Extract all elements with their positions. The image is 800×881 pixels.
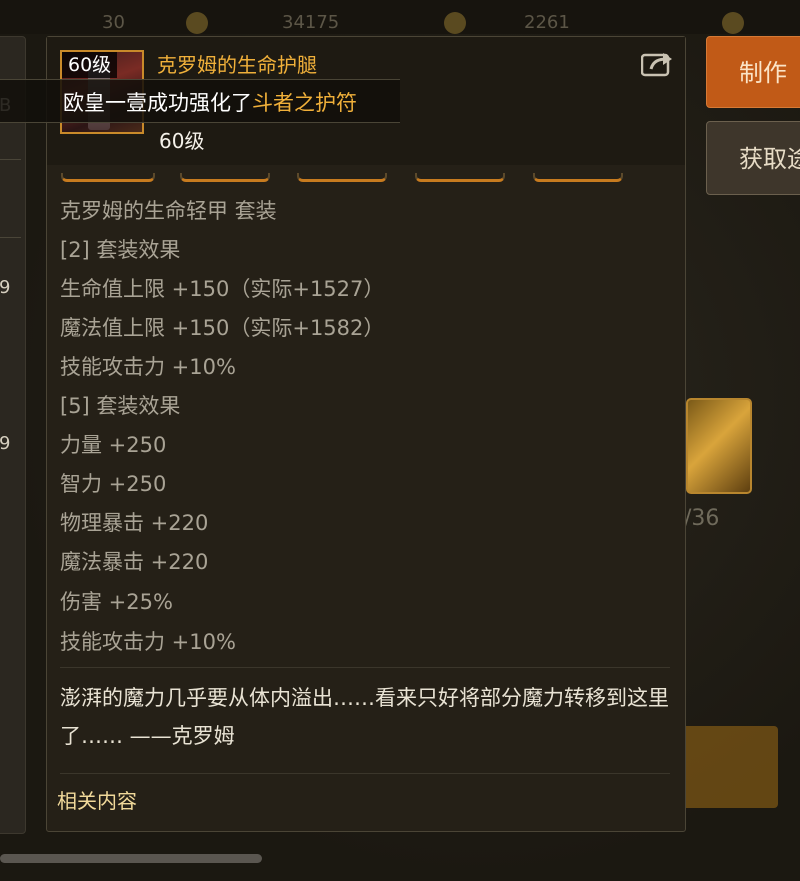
make-button[interactable]: 制作 [706, 36, 800, 108]
share-icon[interactable] [641, 51, 675, 77]
set-stat: 智力 +250 [60, 472, 167, 496]
set-stat: 生命值上限 +150（实际+1527） [60, 277, 385, 301]
set-piece-tab[interactable] [533, 173, 623, 182]
related-content-link[interactable]: 相关内容 [57, 785, 137, 814]
panel-divider [0, 159, 21, 160]
crown-icon [722, 12, 744, 34]
set-piece-tab[interactable] [180, 173, 270, 182]
set-piece-tab[interactable] [61, 173, 155, 182]
currency-value: 30 [102, 12, 125, 33]
item-level: 60级 [159, 129, 205, 153]
obtain-source-button[interactable]: 获取途径 [706, 121, 800, 195]
set-stat: 伤害 +25% [60, 590, 173, 614]
horizontal-scrollbar[interactable] [0, 854, 262, 863]
set-piece-tab[interactable] [297, 173, 387, 182]
level-badge: 60级 [62, 52, 118, 78]
notice-text: 欧皇一壹成功强化了斗者之护符 [63, 87, 357, 117]
set-stat: 力量 +250 [60, 433, 167, 457]
currency-value: 2261 [524, 12, 570, 33]
section-divider [60, 667, 670, 668]
set-bonus-header: [5] 套装效果 [60, 394, 181, 418]
item-tooltip: 60级 克罗姆的生命护腿 60级 克罗姆的生命轻甲 套装 [2] 套装效果 生命… [46, 36, 686, 832]
set-title: 克罗姆的生命轻甲 套装 [60, 199, 277, 223]
currency-bar: 30 34175 2261 [0, 0, 800, 34]
panel-divider [0, 237, 21, 238]
panel-glyph: 9 [0, 277, 11, 298]
left-side-panel[interactable]: B 9 9 [0, 36, 26, 834]
coin-icon [444, 12, 466, 34]
flavor-text: 澎湃的魔力几乎要从体内溢出……看来只好将部分魔力转移到这里了…… ——克罗姆 [60, 686, 669, 748]
notice-prefix: 欧皇一壹成功强化了 [63, 91, 252, 115]
set-stat: 物理暴击 +220 [60, 511, 209, 535]
set-stat: 魔法值上限 +150（实际+1582） [60, 316, 385, 340]
coin-icon [186, 12, 208, 34]
set-stat: 技能攻击力 +10% [60, 355, 236, 379]
item-name: 克罗姆的生命护腿 [157, 53, 317, 77]
set-bonus-header: [2] 套装效果 [60, 238, 181, 262]
broadcast-notice: 欧皇一壹成功强化了斗者之护符 [0, 79, 400, 123]
set-piece-tab[interactable] [415, 173, 505, 182]
section-divider [60, 773, 670, 774]
set-stat: 魔法暴击 +220 [60, 550, 209, 574]
set-stat: 技能攻击力 +10% [60, 630, 236, 654]
currency-value: 34175 [282, 12, 340, 33]
material-item-icon[interactable] [686, 398, 752, 494]
notice-item-name: 斗者之护符 [252, 91, 357, 115]
panel-glyph: 9 [0, 433, 11, 454]
